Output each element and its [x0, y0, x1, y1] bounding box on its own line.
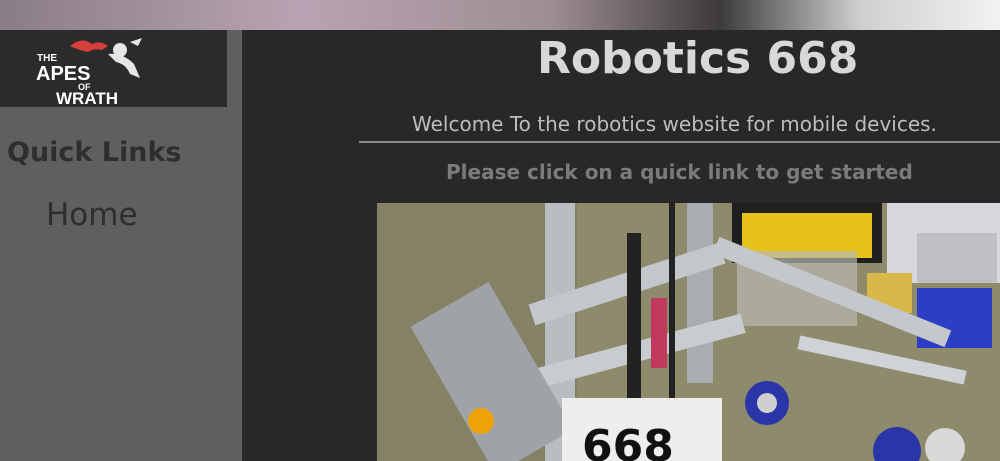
svg-text:668: 668 — [582, 421, 674, 461]
svg-text:WRATH: WRATH — [56, 89, 118, 104]
quick-links-heading: Quick Links — [7, 137, 182, 168]
apes-of-wrath-logo-icon: THE APES OF WRATH — [36, 38, 142, 104]
instruction-text: Please click on a quick link to get star… — [446, 160, 913, 184]
top-banner-strip — [0, 0, 1000, 30]
divider — [359, 141, 1000, 143]
team-logo[interactable]: THE APES OF WRATH — [0, 30, 227, 107]
welcome-text: Welcome To the robotics website for mobi… — [412, 112, 937, 136]
page-title: Robotics 668 — [537, 33, 859, 84]
robot-photo: 668 — [377, 203, 1000, 461]
sidebar-item-home[interactable]: Home — [46, 197, 138, 233]
